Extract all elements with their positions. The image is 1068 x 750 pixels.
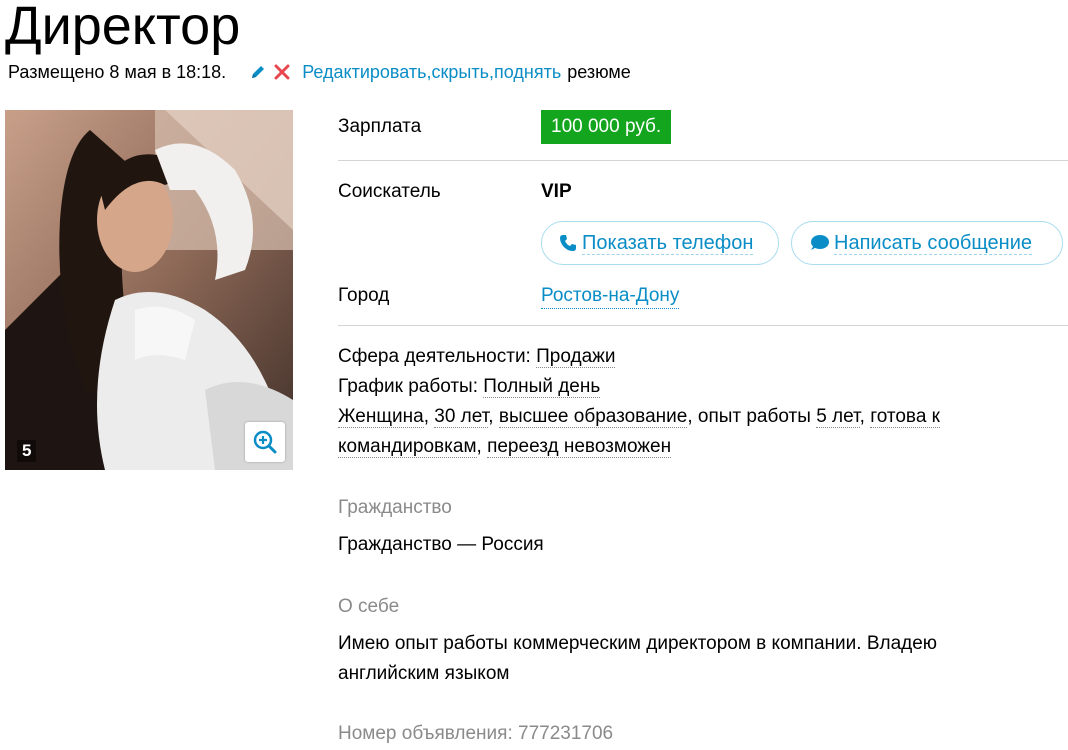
- show-phone-button[interactable]: Показать телефон: [541, 221, 779, 265]
- info-block: Сфера деятельности: Продажи График работ…: [338, 342, 1038, 462]
- pencil-icon[interactable]: [250, 64, 266, 80]
- about-title: О себе: [338, 596, 400, 617]
- city-link[interactable]: Ростов-на-Дону: [541, 284, 680, 309]
- edit-link[interactable]: Редактировать: [302, 61, 426, 83]
- gender-value: Женщина: [338, 406, 424, 428]
- write-message-label: Написать сообщение: [834, 231, 1033, 255]
- posted-date: Размещено 8 мая в 18:18.: [8, 62, 227, 82]
- zoom-in-icon: [253, 430, 277, 454]
- divider: [338, 160, 1068, 161]
- education-value: высшее образование: [498, 406, 688, 428]
- applicant-value: VIP: [541, 181, 572, 202]
- age-value: 30 лет: [434, 406, 489, 428]
- show-phone-label: Показать телефон: [582, 231, 754, 255]
- zoom-button[interactable]: [245, 422, 285, 462]
- divider: [338, 325, 1068, 326]
- sphere-label: Сфера деятельности:: [338, 346, 531, 367]
- sphere-line: Сфера деятельности: Продажи: [338, 342, 1038, 372]
- applicant-label: Соискатель: [338, 181, 441, 202]
- ad-number: Номер объявления: 777231706: [338, 723, 614, 744]
- citizenship-title: Гражданство: [338, 497, 452, 518]
- hide-link[interactable]: скрыть: [432, 61, 489, 83]
- schedule-line: График работы: Полный день: [338, 372, 1038, 402]
- experience-value: 5 лет: [816, 406, 860, 428]
- about-text: Имею опыт работы коммерческим директором…: [338, 633, 938, 684]
- meta-suffix: резюме: [567, 62, 631, 82]
- salary-badge: 100 000 руб.: [541, 110, 672, 144]
- raise-link[interactable]: поднять: [494, 61, 561, 83]
- profile-line: Женщина, 30 лет, высшее образование, опы…: [338, 406, 940, 458]
- citizenship-value: Гражданство — Россия: [338, 534, 544, 555]
- relocation-value: переезд невозможен: [487, 436, 672, 458]
- resume-photo[interactable]: 5: [5, 110, 293, 470]
- schedule-label: График работы:: [338, 376, 478, 397]
- chat-bubble-icon: [808, 233, 830, 253]
- photo-count: 5: [17, 440, 37, 462]
- page-title: Директор: [5, 0, 241, 56]
- photo-image: [5, 110, 293, 470]
- meta-line: Размещено 8 мая в 18:18. Редактировать, …: [8, 61, 631, 83]
- salary-label: Зарплата: [338, 116, 422, 137]
- close-icon[interactable]: [274, 64, 290, 80]
- phone-icon: [558, 233, 578, 253]
- sphere-value: Продажи: [536, 346, 616, 368]
- write-message-button[interactable]: Написать сообщение: [791, 221, 1063, 265]
- experience-prefix: опыт работы: [697, 406, 811, 427]
- city-label: Город: [338, 285, 390, 306]
- schedule-value: Полный день: [483, 376, 601, 398]
